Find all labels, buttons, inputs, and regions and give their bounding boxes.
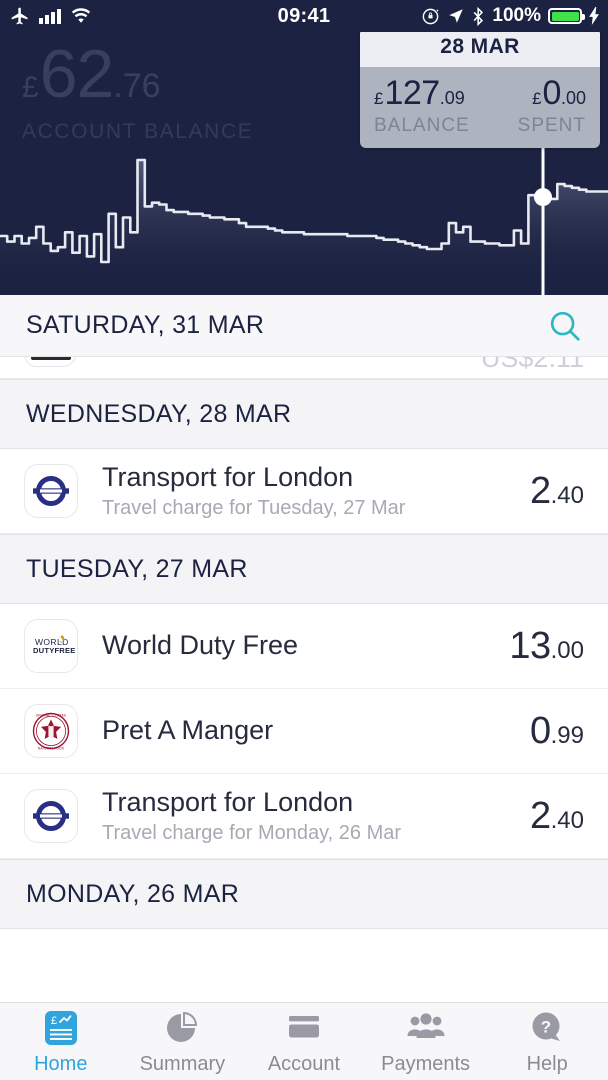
amount-major: 0 xyxy=(529,709,551,752)
bottom-tab-bar: £ Home Summary Account Payments ? Help xyxy=(0,1002,608,1080)
currency-symbol: £ xyxy=(22,71,39,104)
sticky-date-label: SATURDAY, 31 MAR xyxy=(26,311,265,339)
search-button[interactable] xyxy=(546,307,608,345)
tooltip-spent-column: £ 0 .00 SPENT xyxy=(480,76,586,137)
transaction-details: Transport for London Travel charge for M… xyxy=(78,787,530,845)
tooltip-spent-pence: .00 xyxy=(560,88,586,108)
amount-major: 2 xyxy=(529,469,551,512)
people-icon xyxy=(404,1008,448,1048)
merchant-name: Pret A Manger xyxy=(102,715,274,746)
tab-label: Help xyxy=(526,1052,568,1075)
chart-marker-dot xyxy=(534,188,552,207)
svg-text:£: £ xyxy=(51,1015,57,1027)
tooltip-balance-pounds: 127 xyxy=(384,74,440,112)
svg-text:ORGANIC COFFEE: ORGANIC COFFEE xyxy=(36,714,67,718)
tooltip-balance-value: £ 127 .09 xyxy=(374,76,480,110)
amount-minor: .40 xyxy=(550,806,584,834)
status-bar-right: 100% xyxy=(421,5,600,27)
transaction-list[interactable]: SATURDAY, 31 MAR US$2.11 WEDNESDAY, 28 M… xyxy=(0,295,608,1002)
world-duty-free-icon: WORLD DUTYFREE xyxy=(24,619,78,673)
sticky-date-header: SATURDAY, 31 MAR xyxy=(0,295,608,357)
transaction-amount: 2 .40 xyxy=(530,470,584,513)
merchant-name: Transport for London xyxy=(102,786,354,817)
card-icon xyxy=(283,1008,325,1048)
tab-label: Account xyxy=(267,1052,341,1075)
merchant-icon xyxy=(24,357,76,367)
transaction-subtitle: Travel charge for Tuesday, 27 Mar xyxy=(102,497,406,520)
tab-label: Home xyxy=(34,1052,88,1075)
account-balance-amount: £ 62 .76 xyxy=(22,40,253,108)
battery-percent: 100% xyxy=(492,5,541,26)
transaction-amount: 2 .40 xyxy=(530,795,584,838)
amount-minor: .00 xyxy=(550,636,584,664)
tab-label: Summary xyxy=(139,1052,226,1075)
list-item[interactable]: US$2.11 xyxy=(0,357,608,379)
tfl-roundel-icon xyxy=(24,789,78,843)
amount-minor: .99 xyxy=(550,721,584,749)
account-balance-block: £ 62 .76 ACCOUNT BALANCE xyxy=(22,40,253,144)
transaction-amount: 13 .00 xyxy=(509,625,584,668)
tab-home[interactable]: £ Home xyxy=(0,1003,122,1080)
pie-chart-icon xyxy=(162,1008,202,1048)
svg-text:NATURAL FOOD: NATURAL FOOD xyxy=(38,746,65,750)
date-header: MONDAY, 26 MAR xyxy=(0,859,608,929)
tooltip-body: £ 127 .09 BALANCE £ 0 .00 SPENT xyxy=(360,67,600,148)
table-row[interactable]: Transport for London Travel charge for M… xyxy=(0,774,608,859)
tab-label: Payments xyxy=(381,1052,471,1075)
tooltip-spent-pounds: 0 xyxy=(542,74,562,112)
tab-payments[interactable]: Payments xyxy=(365,1003,487,1080)
date-header: WEDNESDAY, 28 MAR xyxy=(0,379,608,449)
bluetooth-icon xyxy=(474,6,484,26)
home-statement-icon: £ xyxy=(40,1008,82,1048)
tab-help[interactable]: ? Help xyxy=(486,1003,608,1080)
merchant-name: Transport for London xyxy=(102,461,354,492)
amount-major: 13 xyxy=(509,624,551,667)
balance-pounds: 62 xyxy=(39,36,115,112)
tooltip-balance-label: BALANCE xyxy=(374,115,470,136)
tooltip-balance-column: £ 127 .09 BALANCE xyxy=(374,76,480,137)
balance-chart-panel[interactable]: £ 62 .76 ACCOUNT BALANCE 28 MAR £ 127 .0… xyxy=(0,0,608,295)
date-header: TUESDAY, 27 MAR xyxy=(0,534,608,604)
transaction-details: Pret A Manger xyxy=(78,715,530,746)
chart-tooltip: 28 MAR £ 127 .09 BALANCE £ 0 .00 SPENT xyxy=(360,28,600,148)
tab-summary[interactable]: Summary xyxy=(122,1003,244,1080)
transaction-amount: US$2.11 xyxy=(480,357,584,373)
account-balance-label: ACCOUNT BALANCE xyxy=(22,120,254,143)
question-bubble-icon: ? xyxy=(526,1008,568,1048)
location-arrow-icon xyxy=(449,9,464,23)
tooltip-spent-currency: £ xyxy=(532,89,542,108)
tooltip-balance-currency: £ xyxy=(374,89,384,108)
merchant-name: World Duty Free xyxy=(102,630,299,661)
pret-a-manger-icon: ORGANIC COFFEE NATURAL FOOD xyxy=(24,704,78,758)
app-root: £ 62 .76 ACCOUNT BALANCE 28 MAR £ 127 .0… xyxy=(0,0,608,1080)
amount-minor: .40 xyxy=(550,481,584,509)
svg-text:?: ? xyxy=(541,1017,551,1036)
table-row[interactable]: WORLD DUTYFREE World Duty Free 13 .00 xyxy=(0,604,608,689)
transaction-details: World Duty Free xyxy=(78,630,509,661)
tooltip-spent-label: SPENT xyxy=(517,115,586,136)
transaction-amount: 0 .99 xyxy=(530,710,584,753)
amount-major: 2 xyxy=(529,794,551,837)
charging-bolt-icon xyxy=(589,7,599,25)
status-bar: 09:41 100% xyxy=(0,0,608,32)
tooltip-balance-pence: .09 xyxy=(439,88,465,108)
table-row[interactable]: Transport for London Travel charge for T… xyxy=(0,449,608,534)
chart-area-fill xyxy=(0,160,608,283)
tab-account[interactable]: Account xyxy=(243,1003,365,1080)
rotation-lock-icon xyxy=(423,8,439,24)
tfl-roundel-icon xyxy=(24,464,78,518)
tooltip-date: 28 MAR xyxy=(360,28,600,67)
tooltip-spent-value: £ 0 .00 xyxy=(480,76,586,110)
battery-icon xyxy=(548,8,585,24)
search-icon xyxy=(550,311,580,341)
balance-pence: .76 xyxy=(113,67,161,105)
transaction-subtitle: Travel charge for Monday, 26 Mar xyxy=(102,822,402,845)
table-row[interactable]: ORGANIC COFFEE NATURAL FOOD Pret A Mange… xyxy=(0,689,608,774)
transaction-details: Transport for London Travel charge for T… xyxy=(78,462,530,520)
svg-text:DUTYFREE: DUTYFREE xyxy=(33,646,75,655)
transaction-scroll-area[interactable]: US$2.11 WEDNESDAY, 28 MAR Transport for … xyxy=(0,357,608,929)
